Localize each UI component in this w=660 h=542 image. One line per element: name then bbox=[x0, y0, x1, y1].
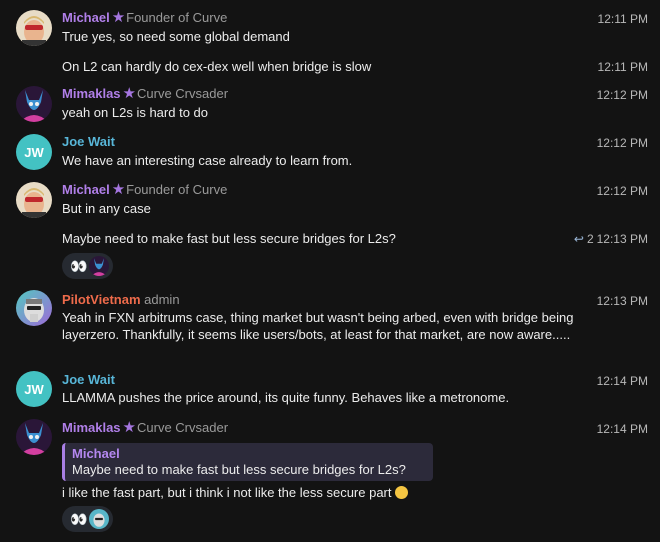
sender-name[interactable]: PilotVietnam bbox=[62, 292, 141, 307]
reaction-pill[interactable]: 👀 bbox=[62, 506, 114, 532]
message-header: PilotVietnam admin bbox=[62, 292, 180, 308]
avatar-mimaklas[interactable] bbox=[16, 86, 52, 122]
message-text: yeah on L2s is hard to do bbox=[62, 105, 208, 120]
star-badge-icon: ★ bbox=[122, 85, 136, 102]
eyes-emoji-icon: 👀 bbox=[70, 510, 87, 527]
quote-text: Maybe need to make fast but less secure … bbox=[72, 462, 406, 477]
timestamp: 12:14 PM bbox=[596, 374, 648, 388]
sender-title: Curve Crvsader bbox=[137, 86, 229, 101]
reactions: 👀 bbox=[62, 506, 114, 532]
sender-name[interactable]: Joe Wait bbox=[62, 372, 115, 387]
sender-title: Curve Crvsader bbox=[137, 420, 229, 435]
message-text: We have an interesting case already to l… bbox=[62, 153, 353, 168]
sender-title: Founder of Curve bbox=[126, 182, 228, 197]
sender-name[interactable]: Michael bbox=[62, 182, 110, 197]
message-header: Joe Wait bbox=[62, 134, 115, 150]
sender-name[interactable]: Michael bbox=[62, 10, 110, 25]
avatar-pilotvietnam[interactable] bbox=[16, 290, 52, 326]
message-text: Yeah in FXN arbitrums case, thing market… bbox=[62, 310, 574, 342]
timestamp: 12:12 PM bbox=[596, 136, 648, 150]
sender-title: admin bbox=[144, 292, 180, 307]
star-badge-icon: ★ bbox=[122, 419, 136, 436]
reply-count[interactable]: ↩ 2 12:13 PM bbox=[574, 232, 648, 246]
quote-sender: Michael bbox=[72, 446, 120, 461]
sender-name[interactable]: Mimaklas bbox=[62, 420, 121, 435]
avatar-joe-wait[interactable]: JW bbox=[16, 134, 52, 170]
message-header: Joe Wait bbox=[62, 372, 115, 388]
avatar-michael[interactable] bbox=[16, 182, 52, 218]
message-header: Michael ★Founder of Curve bbox=[62, 10, 227, 26]
avatar-mimaklas-icon bbox=[16, 86, 52, 122]
message-header: Mimaklas ★Curve Crvsader bbox=[62, 420, 228, 436]
timestamp: 12:12 PM bbox=[596, 88, 648, 102]
sender-name[interactable]: Joe Wait bbox=[62, 134, 115, 149]
avatar-michael[interactable] bbox=[16, 10, 52, 46]
timestamp: 12:11 PM bbox=[597, 12, 648, 26]
star-badge-icon: ★ bbox=[111, 9, 126, 26]
reaction-pill[interactable]: 👀 bbox=[62, 253, 114, 279]
grin-emoji-icon bbox=[394, 486, 408, 499]
avatar-michael-icon bbox=[16, 182, 52, 218]
timestamp: 12:12 PM bbox=[596, 184, 648, 198]
reply-quote[interactable]: Michael Maybe need to make fast but less… bbox=[62, 443, 433, 481]
message-text: LLAMMA pushes the price around, its quit… bbox=[62, 390, 510, 405]
avatar-mimaklas-icon bbox=[16, 419, 52, 455]
message-text-wrap: i like the fast part, but i think i not … bbox=[62, 484, 587, 501]
message-text: i like the fast part, but i think i not … bbox=[62, 485, 392, 500]
timestamp: 12:14 PM bbox=[596, 422, 648, 436]
eyes-emoji-icon: 👀 bbox=[70, 257, 87, 274]
avatar-michael-icon bbox=[16, 10, 52, 46]
avatar-joe-wait[interactable]: JW bbox=[16, 371, 52, 407]
sender-title: Founder of Curve bbox=[126, 10, 228, 25]
reply-count-number: 2 bbox=[586, 232, 594, 246]
avatar-pilotvietnam-icon bbox=[16, 290, 52, 326]
reactor-avatar bbox=[89, 509, 110, 529]
reactor-avatar-icon bbox=[89, 256, 110, 276]
reply-arrow-icon: ↩ bbox=[573, 232, 584, 246]
star-badge-icon: ★ bbox=[111, 181, 126, 198]
reactor-avatar bbox=[89, 256, 110, 276]
message-text: But in any case bbox=[62, 201, 151, 216]
reactor-avatar-icon bbox=[89, 509, 110, 529]
timestamp: 12:13 PM bbox=[596, 294, 648, 308]
avatar-mimaklas[interactable] bbox=[16, 419, 52, 455]
message-header: Michael ★Founder of Curve bbox=[62, 182, 227, 198]
message-text: Maybe need to make fast but less secure … bbox=[62, 231, 396, 246]
message-header: Mimaklas ★Curve Crvsader bbox=[62, 86, 228, 102]
timestamp: 12:13 PM bbox=[596, 232, 648, 246]
sender-name[interactable]: Mimaklas bbox=[62, 86, 121, 101]
message-text: True yes, so need some global demand bbox=[62, 29, 290, 44]
reactions: 👀 bbox=[62, 253, 114, 279]
timestamp: 12:11 PM bbox=[597, 60, 648, 74]
message-text: On L2 can hardly do cex-dex well when br… bbox=[62, 59, 372, 74]
